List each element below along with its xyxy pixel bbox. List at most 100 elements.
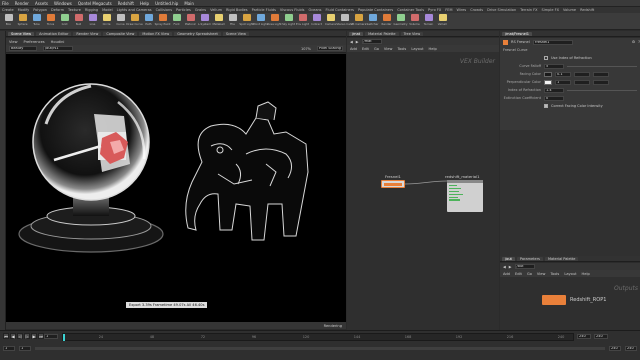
tab-output-2[interactable]: Material Palette xyxy=(544,256,579,261)
network-menu-item-1[interactable]: Edit xyxy=(362,47,369,51)
shelf-tool-2[interactable]: Tube xyxy=(31,14,42,28)
shelf-tool-13[interactable]: Platonic xyxy=(185,14,196,28)
object-dropdown[interactable]: Beauty xyxy=(9,46,37,51)
network-menu-item-0[interactable]: Add xyxy=(350,47,357,51)
perp-color-swatch[interactable] xyxy=(544,79,552,85)
network-editor[interactable]: VEX Builder Fresnel1 redshift_material1 xyxy=(347,52,499,330)
shelf-tab-26[interactable]: Volume xyxy=(563,8,576,12)
tab-left-0[interactable]: Scene View xyxy=(8,31,35,36)
network-menu-item-4[interactable]: Tools xyxy=(397,47,406,51)
tab-network-2[interactable]: Tree View xyxy=(400,31,424,36)
forward-icon[interactable]: ▶ xyxy=(509,265,512,269)
render-viewport[interactable]: Export 3.39s Frametime 49.07s All 46.40s xyxy=(6,54,346,322)
shelf-tool-11[interactable]: Spray Paint xyxy=(155,14,170,28)
shelf-tool-26[interactable]: Switcher xyxy=(366,14,379,28)
shelf-tab-16[interactable]: Fluid Containers xyxy=(326,8,354,12)
input-port[interactable] xyxy=(449,185,457,187)
shelf-tab-10[interactable]: Grains xyxy=(195,8,206,12)
shelf-tab-0[interactable]: Create xyxy=(2,8,14,12)
step-back-icon[interactable]: ◀ xyxy=(10,333,16,339)
back-icon[interactable]: ◀ xyxy=(503,265,506,269)
output-menu-item-4[interactable]: Tools xyxy=(550,272,559,276)
zoom-readout[interactable]: 107% xyxy=(301,47,311,51)
output-menu-item-0[interactable]: Add xyxy=(503,272,510,276)
viewport-menu-item-2[interactable]: Houdini xyxy=(51,40,65,44)
input-port[interactable] xyxy=(449,187,461,190)
timeline-bar[interactable]: 24 48 72 96 120 144 168 192 216 240 xyxy=(62,333,574,341)
shelf-tab-18[interactable]: Container Tools xyxy=(397,8,424,12)
camera-dropdown[interactable]: /out/rs1 xyxy=(43,46,73,51)
shelf-tab-3[interactable]: Deform xyxy=(51,8,64,12)
shelf-tool-9[interactable]: Draw Curve xyxy=(126,14,143,28)
tab-network-0[interactable]: /mat xyxy=(349,31,364,36)
viewport-menu-item-0[interactable]: View xyxy=(9,40,18,44)
back-icon[interactable]: ◀ xyxy=(350,40,353,44)
shelf-tab-27[interactable]: Redshift xyxy=(580,8,594,12)
shelf-tool-16[interactable]: File xyxy=(227,14,238,28)
shelf-tab-24[interactable]: Terrain FX xyxy=(520,8,537,12)
menu-item-6[interactable]: Help xyxy=(140,1,149,6)
step-forward-icon[interactable]: ▶ xyxy=(31,333,37,339)
shelf-tab-14[interactable]: Viscous Fluids xyxy=(280,8,305,12)
output-menu-item-3[interactable]: View xyxy=(537,272,546,276)
shelf-tab-17[interactable]: Populate Containers xyxy=(358,8,393,12)
output-menu-item-6[interactable]: Help xyxy=(582,272,590,276)
ior-slider[interactable] xyxy=(567,89,637,91)
range-slider[interactable] xyxy=(35,346,605,350)
shelf-tool-27[interactable]: Render xyxy=(381,14,392,28)
shelf-tab-20[interactable]: FEM xyxy=(445,8,452,12)
redshift-rop-node[interactable] xyxy=(542,295,566,305)
shelf-tab-9[interactable]: Particles xyxy=(176,8,191,12)
menu-item-2[interactable]: Assets xyxy=(35,1,48,6)
shelf-tab-5[interactable]: Rigging xyxy=(85,8,98,12)
shelf-tab-22[interactable]: Crowds xyxy=(470,8,483,12)
pixel-scaling-dropdown[interactable]: Pixel Scaling xyxy=(317,46,343,51)
shelf-tool-6[interactable]: Line xyxy=(87,14,98,28)
jump-start-icon[interactable]: ⏮ xyxy=(3,333,9,339)
output-menu-item-5[interactable]: Layout xyxy=(564,272,576,276)
menu-item-1[interactable]: Render xyxy=(15,1,29,6)
network-menu-item-5[interactable]: Layout xyxy=(411,47,423,51)
play-icon[interactable]: ▷ xyxy=(24,333,30,339)
output-menu-item-1[interactable]: Edit xyxy=(515,272,522,276)
shelf-tool-5[interactable]: Null xyxy=(73,14,84,28)
tab-left-5[interactable]: Geometry Spreadsheet xyxy=(174,31,221,36)
shelf-tool-1[interactable]: Sphere xyxy=(17,14,28,28)
shelf-tool-23[interactable]: Camera xyxy=(325,14,336,28)
facing-color-swatch[interactable] xyxy=(544,71,552,77)
shelf-tab-1[interactable]: Modify xyxy=(18,8,30,12)
tab-left-6[interactable]: Scene View xyxy=(222,31,249,36)
tab-output-0[interactable]: /out xyxy=(502,256,515,261)
shelf-tab-25[interactable]: Simple FX xyxy=(542,8,559,12)
viewport-menu-item-1[interactable]: Preferences xyxy=(24,40,45,44)
shelf-tab-11[interactable]: Vellum xyxy=(210,8,222,12)
shelf-tool-24[interactable]: Stereo Cam xyxy=(336,14,353,28)
tab-left-2[interactable]: Render View xyxy=(73,31,102,36)
current-frame-field[interactable]: 1 xyxy=(44,334,58,339)
shelf-tool-21[interactable]: Env Light xyxy=(296,14,309,28)
input-port[interactable] xyxy=(449,193,463,196)
shelf-tool-0[interactable]: Box xyxy=(3,14,14,28)
menu-item-0[interactable]: File xyxy=(2,1,9,6)
shelf-tool-28[interactable]: Geometry xyxy=(394,14,407,28)
play-reverse-icon[interactable]: ◁ xyxy=(17,333,23,339)
shelf-tab-4[interactable]: Texture xyxy=(68,8,81,12)
shelf-tab-23[interactable]: Drive Simulation xyxy=(487,8,516,12)
input-port[interactable] xyxy=(449,199,460,201)
gear-icon[interactable]: ⚙ xyxy=(632,40,635,44)
network-menu-item-2[interactable]: Go xyxy=(374,47,379,51)
tab-left-3[interactable]: Composite View xyxy=(103,31,138,36)
shelf-tool-3[interactable]: Torus xyxy=(45,14,56,28)
network-path[interactable]: /mat xyxy=(361,39,382,44)
use-ior-checkbox[interactable] xyxy=(544,56,548,60)
shelf-tool-31[interactable]: Vellum xyxy=(437,14,448,28)
tab-output-1[interactable]: Parameters xyxy=(516,256,543,261)
network-menu-item-6[interactable]: Help xyxy=(429,47,437,51)
shelf-tool-22[interactable]: Indirect xyxy=(311,14,322,28)
shelf-tab-19[interactable]: Pyro FX xyxy=(428,8,441,12)
fresnel-node[interactable] xyxy=(381,180,405,188)
shelf-tab-13[interactable]: Particle Fluids xyxy=(252,8,276,12)
menu-item-4[interactable]: Qontel Megacuts xyxy=(78,1,112,6)
menu-item-7[interactable]: Untitled.hip xyxy=(155,1,178,6)
shelf-tool-7[interactable]: Circle xyxy=(101,14,112,28)
